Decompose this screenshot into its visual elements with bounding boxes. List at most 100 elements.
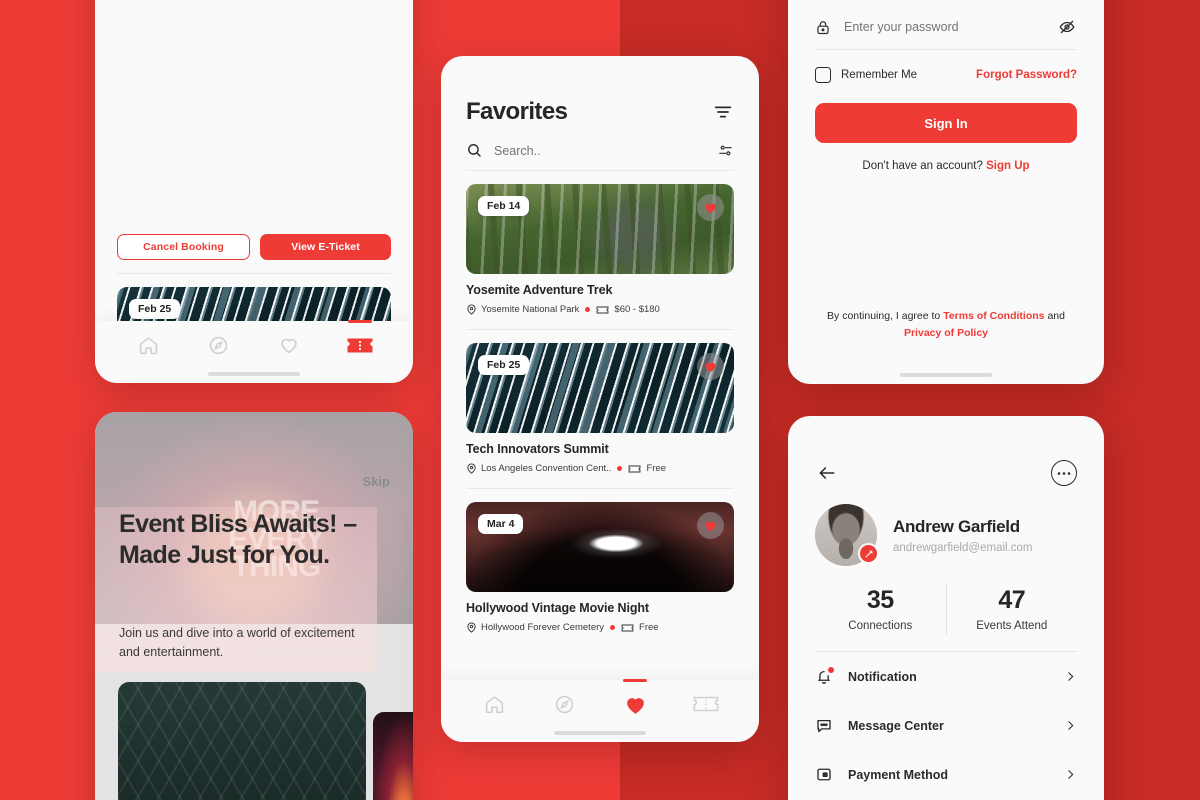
event-meta: Los Angeles Convention Cent.. Free (466, 463, 734, 474)
menu-item-notification[interactable]: Notification (815, 652, 1077, 701)
sliders-icon[interactable] (717, 142, 734, 159)
skip-button[interactable]: Skip (363, 474, 390, 489)
event-location-label: Los Angeles Convention Cent.. (481, 463, 612, 474)
home-indicator-bar (208, 372, 300, 376)
event-date-chip: Feb 25 (478, 355, 530, 375)
heart-icon (705, 362, 716, 373)
favorite-card[interactable]: Feb 25 Tech Innovators Summit Los Angele… (466, 330, 734, 489)
message-icon (817, 719, 831, 733)
stat-events-attend: 47 Events Attend (947, 586, 1078, 632)
stat-value: 35 (866, 586, 894, 614)
favorites-phone-panel: Favorites Feb 14 Yosemite Adventure Trek… (441, 56, 759, 742)
compass-icon (556, 695, 574, 713)
separator-dot (585, 307, 591, 312)
password-field-row (815, 0, 1077, 50)
favorite-card[interactable]: Feb 14 Yosemite Adventure Trek Yosemite … (466, 171, 734, 330)
arrow-left-icon[interactable] (815, 463, 839, 483)
ticket-icon (629, 465, 641, 472)
favorite-toggle-button[interactable] (697, 353, 724, 380)
event-date-chip: Mar 4 (478, 514, 524, 534)
event-image: Feb 25 (466, 343, 734, 433)
heart-icon (281, 338, 297, 354)
eye-off-icon[interactable] (1057, 18, 1077, 36)
wallet-icon (817, 768, 831, 781)
terms-text: By continuing, I agree to Terms of Condi… (815, 308, 1077, 341)
pencil-icon (865, 549, 873, 557)
search-input[interactable] (494, 143, 706, 158)
menu-item-label: Message Center (848, 718, 944, 733)
event-price-label: $60 - $180 (614, 304, 660, 315)
terms-link[interactable]: Terms of Conditions (943, 310, 1044, 322)
nav-tickets[interactable] (685, 688, 727, 720)
separator-dot (610, 625, 616, 630)
nav-active-indicator (623, 679, 648, 682)
favorite-card[interactable]: Mar 4 Hollywood Vintage Movie Night Holl… (466, 489, 734, 633)
booking-actions-row-top: Cancel Booking View E-Ticket (117, 0, 391, 260)
nav-explore[interactable] (544, 688, 586, 720)
nav-favorites[interactable] (268, 329, 310, 361)
edit-avatar-button[interactable] (858, 543, 879, 564)
event-meta: Hollywood Forever Cemetery Free (466, 622, 734, 633)
nav-active-indicator (347, 320, 372, 323)
pin-icon (467, 304, 476, 315)
favorite-toggle-button[interactable] (697, 194, 724, 221)
filter-lines-icon[interactable] (712, 101, 734, 123)
page-title: Favorites (466, 98, 568, 125)
event-title: Hollywood Vintage Movie Night (466, 601, 649, 615)
event-location-label: Yosemite National Park (481, 304, 580, 315)
heart-icon (705, 203, 716, 214)
favorites-header: Favorites (466, 98, 734, 126)
event-meta: Yosemite National Park $60 - $180 (466, 304, 734, 315)
profile-stats: 35 Connections 47 Events Attend (815, 584, 1077, 634)
profile-phone-panel: Andrew Garfield andrewgarfield@email.com… (788, 416, 1104, 800)
password-input[interactable] (844, 20, 1044, 34)
remember-me-group[interactable]: Remember Me (815, 67, 917, 83)
menu-item-message-center[interactable]: Message Center (815, 701, 1077, 750)
event-date-chip: Feb 25 (129, 299, 181, 319)
nav-tickets[interactable] (339, 320, 381, 361)
ticket-icon (596, 306, 609, 313)
profile-name: Andrew Garfield (893, 516, 1020, 536)
event-price: Free (621, 622, 659, 633)
more-horizontal-icon (1057, 471, 1071, 475)
menu-item-payment-method[interactable]: Payment Method (815, 750, 1077, 799)
chevron-right-icon (1068, 721, 1074, 730)
stat-connections: 35 Connections (815, 586, 946, 632)
onboarding-phone-panel: MORE EVERY THING Skip Event Bliss Awaits… (95, 412, 413, 800)
event-location: Yosemite National Park (466, 304, 579, 315)
cancel-booking-button[interactable]: Cancel Booking (117, 234, 250, 260)
heart-icon (705, 521, 716, 532)
signin-phone-panel: Remember Me Forgot Password? Sign In Don… (788, 0, 1104, 384)
nav-favorites[interactable] (614, 679, 656, 720)
event-location: Los Angeles Convention Cent.. (466, 463, 611, 474)
favorite-toggle-button[interactable] (697, 512, 724, 539)
remember-me-checkbox[interactable] (815, 67, 831, 83)
stat-label: Events Attend (976, 620, 1048, 632)
notification-badge (828, 667, 834, 673)
terms-and: and (1047, 310, 1065, 323)
no-account-text: Don't have an account? (862, 160, 983, 172)
ticket-icon (621, 624, 634, 631)
sign-up-link[interactable]: Sign Up (986, 160, 1029, 172)
ticket-icon (347, 338, 373, 352)
onboarding-card-image-primary (118, 682, 366, 800)
event-price-label: Free (639, 622, 659, 633)
view-eticket-button[interactable]: View E-Ticket (260, 234, 391, 260)
stat-value: 47 (998, 586, 1026, 614)
event-image: Feb 14 (466, 184, 734, 274)
more-options-button[interactable] (1051, 460, 1077, 486)
nav-home[interactable] (127, 329, 169, 361)
nav-explore[interactable] (198, 329, 240, 361)
privacy-link[interactable]: Privacy of Policy (904, 327, 988, 339)
event-title: Yosemite Adventure Trek (466, 283, 613, 297)
remember-me-label: Remember Me (841, 69, 918, 81)
event-location: Hollywood Forever Cemetery (466, 622, 604, 633)
search-row (466, 126, 734, 171)
avatar[interactable] (815, 504, 879, 566)
event-date-chip: Feb 14 (478, 196, 530, 216)
sign-in-button[interactable]: Sign In (815, 103, 1077, 143)
forgot-password-link[interactable]: Forgot Password? (976, 69, 1077, 81)
onboarding-subtitle: Join us and dive into a world of excitem… (119, 626, 355, 659)
event-price: Free (628, 463, 666, 474)
nav-home[interactable] (473, 688, 515, 720)
